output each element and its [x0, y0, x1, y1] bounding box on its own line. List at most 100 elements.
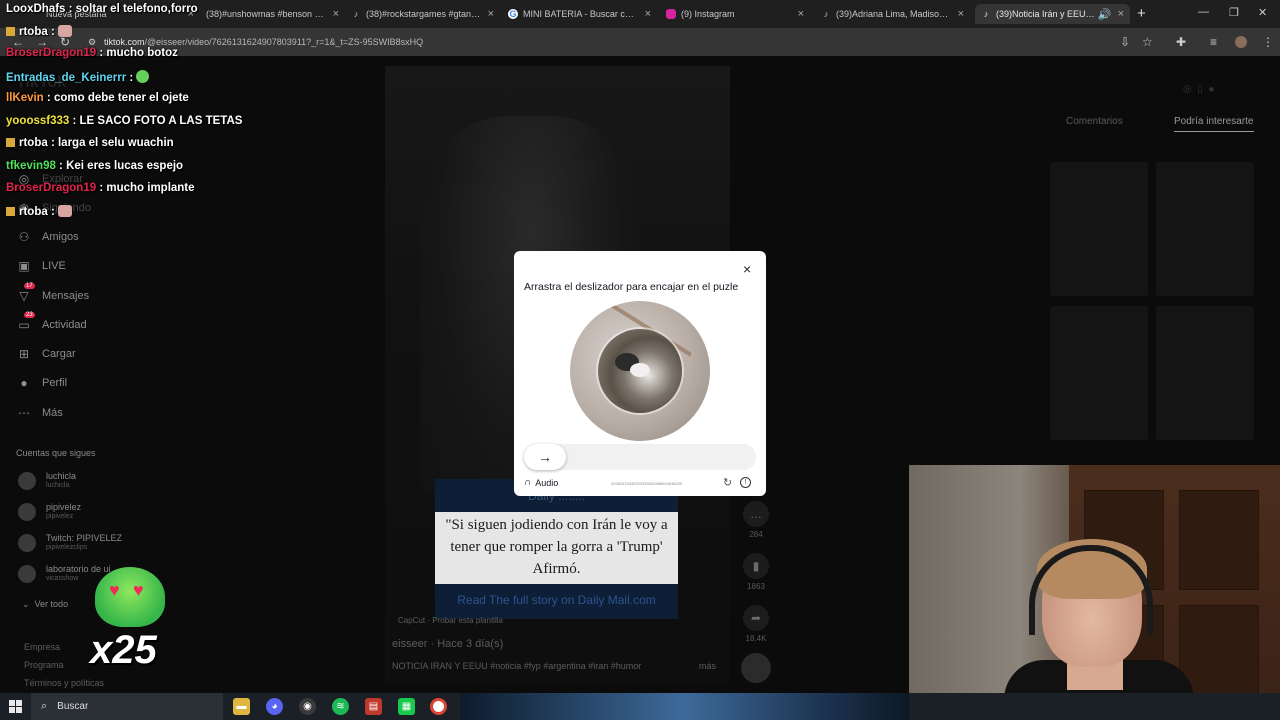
video-quote-text: "Si siguen jodiendo con Irán le voy a te… [435, 512, 678, 584]
bookmark-button[interactable]: ▮ 1863 [740, 553, 772, 591]
close-icon[interactable]: × [333, 8, 339, 20]
sidebar-item-profile[interactable]: ● Perfil [16, 376, 67, 390]
browser-tab[interactable]: (9) Instagram × [660, 4, 810, 24]
streamer-webcam [909, 465, 1280, 720]
caption-more-link[interactable]: más [699, 661, 716, 671]
chat-username: rtoba [19, 206, 48, 218]
sidebar-item-activity[interactable]: ▭ 23 Actividad [16, 312, 87, 332]
hand-emote-icon [57, 205, 72, 217]
captcha-slider-track[interactable]: → [524, 444, 756, 470]
file-explorer-icon[interactable]: ▬ [233, 698, 250, 715]
chat-username: Entradas_de_Keinerrr [6, 72, 127, 84]
chat-username: tfkevin98 [6, 160, 56, 172]
menu-icon[interactable]: ⋮ [1262, 35, 1274, 49]
footer-link-terms[interactable]: Términos y políticas [24, 678, 104, 688]
tab-suggested[interactable]: Podría interesarte [1174, 116, 1254, 132]
tab-comments[interactable]: Comentarios [1066, 116, 1123, 127]
windows-start-icon[interactable] [9, 700, 22, 713]
chat-username: llKevin [6, 92, 44, 104]
headphones-icon: ∩ [524, 477, 532, 488]
subscriber-badge-icon [6, 207, 15, 216]
more-icon: ⋯ [18, 406, 30, 420]
suggested-thumbnail[interactable] [1156, 162, 1254, 296]
see-all-link[interactable]: ⌄ Ver todo [22, 599, 68, 610]
suggested-thumbnail[interactable] [1050, 162, 1148, 296]
close-icon[interactable]: × [743, 261, 751, 277]
coin-icon[interactable]: ◎ [1183, 84, 1192, 95]
green-app-icon[interactable]: ▦ [398, 698, 415, 715]
chrome-icon[interactable] [430, 698, 447, 715]
url-field[interactable]: tiktok.com/@eisseer/video/76261316249078… [104, 37, 423, 47]
emote-combo-counter: x25 [90, 628, 157, 672]
close-icon[interactable]: × [798, 8, 804, 20]
comment-button[interactable]: … 284 [740, 501, 772, 539]
video-author[interactable]: eisseer · Hace 3 día(s) [392, 638, 503, 650]
followed-account[interactable]: laboratorio de ui vicasshow [18, 564, 111, 583]
suggested-thumbnail[interactable] [1156, 306, 1254, 440]
spotify-icon[interactable]: ≋ [332, 698, 349, 715]
chat-message: LooxDhafs : soltar el telefono,forro [6, 3, 198, 15]
browser-tab-active[interactable]: ♪ (39)Noticia Irán y EEUU: Hu 🔊 × [975, 4, 1130, 24]
followed-account[interactable]: Twitch: PIPIVELEZ pipivelezclips [18, 533, 122, 552]
info-icon[interactable]: ! [740, 477, 751, 488]
captcha-audio-button[interactable]: ∩ Audio [524, 477, 558, 488]
obs-icon[interactable]: ◉ [299, 698, 316, 715]
bookmark-star-icon[interactable]: ☆ [1142, 35, 1153, 49]
browser-tab[interactable]: (38)#unshowmas #benson #pa × [200, 4, 345, 24]
install-app-icon[interactable]: ⇩ [1120, 35, 1130, 49]
messages-icon: ▽ 17 [19, 283, 35, 303]
captcha-id: 20260410045323399026466994638429 [611, 481, 683, 486]
capcut-template-link[interactable]: CapCut · Probar esta plantilla [398, 616, 503, 625]
followed-account[interactable]: luchicla luchicla [18, 471, 76, 490]
close-icon[interactable]: × [645, 8, 651, 20]
sidebar-item-live[interactable]: ▣ LIVE [16, 259, 66, 273]
captcha-modal: × Arrastra el deslizador para encajar en… [514, 251, 766, 496]
sidebar-item-messages[interactable]: ▽ 17 Mensajes [16, 283, 89, 303]
sidebar-item-friends[interactable]: ⚇ Amigos [16, 230, 79, 244]
media-control-icon[interactable]: ≡ [1210, 35, 1217, 49]
account-avatar-icon[interactable]: ● [1208, 84, 1214, 95]
arrow-right-icon: → [538, 449, 552, 465]
followed-account[interactable]: pipivelez pipivelez [18, 502, 81, 521]
speaker-icon[interactable]: 🔊 [1098, 8, 1112, 21]
sidebar-item-upload[interactable]: ⊞ Cargar [16, 347, 76, 361]
voicemod-icon[interactable]: ▤ [365, 698, 382, 715]
bookmark-icon: ▮ [743, 553, 769, 579]
window-close-icon[interactable]: ✕ [1258, 6, 1267, 19]
followed-accounts-title: Cuentas que sigues [16, 448, 96, 458]
suggested-thumbnail[interactable] [1050, 306, 1148, 440]
footer-link-program[interactable]: Programa [24, 660, 64, 670]
minimize-icon[interactable]: — [1198, 6, 1209, 18]
new-tab-button[interactable]: + [1137, 5, 1146, 22]
extensions-icon[interactable]: ✚ [1176, 35, 1186, 49]
chat-message: Entradas_de_Keinerrr : [6, 70, 150, 84]
discord-icon[interactable]: ◕ [266, 698, 283, 715]
chat-username: LooxDhafs [6, 3, 66, 15]
avatar [18, 502, 36, 521]
chat-message: yooossf333 : LE SACO FOTO A LAS TETAS [6, 115, 243, 127]
subscriber-badge-icon [6, 27, 15, 36]
close-icon[interactable]: × [958, 8, 964, 20]
google-favicon-icon: G [508, 9, 518, 19]
browser-tab[interactable]: G MINI BATERIA - Buscar con Go × [502, 4, 657, 24]
share-button[interactable]: ➦ 18.4K [740, 605, 772, 643]
close-icon[interactable]: × [1118, 8, 1124, 20]
video-quote-card: Daily ........ "Si siguen jodiendo con I… [435, 479, 678, 619]
music-disc-icon[interactable] [741, 653, 771, 683]
restore-icon[interactable]: ❐ [1229, 6, 1239, 19]
browser-tab[interactable]: ♪ (38)#rockstargames #gtanostal × [345, 4, 500, 24]
chat-message: rtoba : [6, 205, 72, 218]
sidebar-item-more[interactable]: ⋯ Más [16, 406, 63, 420]
browser-tab[interactable]: ♪ (39)Adriana Lima, Madison Bee × [815, 4, 970, 24]
tiktok-favicon-icon: ♪ [353, 9, 359, 19]
footer-link-company[interactable]: Empresa [24, 642, 60, 652]
close-icon[interactable]: × [488, 8, 494, 20]
captcha-slider-handle[interactable]: → [524, 444, 566, 470]
frog-emote-icon [136, 70, 150, 83]
chat-username: rtoba [19, 137, 48, 149]
profile-avatar-icon[interactable] [1235, 36, 1247, 48]
friends-icon: ⚇ [18, 230, 30, 244]
device-icon[interactable]: ▯ [1197, 84, 1203, 95]
taskbar-search[interactable]: ⌕ Buscar [31, 693, 223, 720]
refresh-icon[interactable]: ↻ [723, 476, 732, 489]
